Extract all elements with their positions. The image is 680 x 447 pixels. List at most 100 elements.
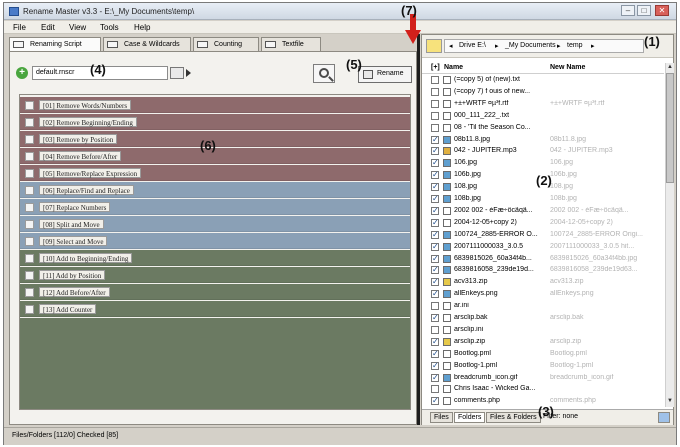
tab-folders[interactable]: Folders xyxy=(454,412,486,423)
tab-counting[interactable]: Counting xyxy=(193,37,259,51)
maximize-button[interactable]: □ xyxy=(637,5,651,16)
file-checkbox[interactable] xyxy=(431,289,439,299)
file-checkbox[interactable] xyxy=(431,76,439,84)
script-label[interactable]: [11] Add by Position xyxy=(39,270,106,280)
script-checkbox[interactable] xyxy=(25,101,34,110)
file-checkbox[interactable] xyxy=(431,99,439,108)
menu-file[interactable]: File xyxy=(13,23,26,32)
settings-icon[interactable] xyxy=(658,412,670,423)
menu-view[interactable]: View xyxy=(69,23,86,32)
script-label[interactable]: [03] Remove by Position xyxy=(39,134,118,144)
script-checkbox[interactable] xyxy=(25,152,34,161)
file-row[interactable]: ar.ini xyxy=(422,301,664,312)
scroll-down-icon[interactable]: ▼ xyxy=(666,397,674,405)
save-preset-icon[interactable] xyxy=(170,67,184,79)
file-row[interactable]: 2002 002 - éFæ÷ôcãqã... 2002 002 - éFæ÷ôc… xyxy=(422,206,664,217)
file-row[interactable]: 08 - 'Til the Season Co... xyxy=(422,123,664,134)
file-row[interactable]: 106.jpg 106.jpg xyxy=(422,158,664,169)
script-label[interactable]: [04] Remove Before/After xyxy=(39,151,122,161)
script-label[interactable]: [02] Remove Beginning/Ending xyxy=(39,117,137,127)
file-checkbox[interactable] xyxy=(431,87,439,96)
add-script-button[interactable]: + xyxy=(16,67,28,79)
file-checkbox[interactable] xyxy=(431,337,439,346)
file-row[interactable]: Chris Isaac - Wicked Ga... xyxy=(422,384,664,395)
file-checkbox[interactable] xyxy=(431,111,439,120)
script-label[interactable]: [10] Add to Beginning/Ending xyxy=(39,253,133,263)
file-checkbox[interactable] xyxy=(431,206,439,215)
script-label[interactable]: [13] Add Counter xyxy=(39,304,97,314)
file-row[interactable]: arsclip.ini xyxy=(422,325,664,336)
file-row[interactable]: arsclip.bak arsclip.bak xyxy=(422,313,664,324)
script-label[interactable]: [06] Replace/Find and Replace xyxy=(39,185,134,195)
script-item[interactable]: [01] Remove Words/Numbers xyxy=(20,97,410,113)
close-button[interactable]: ✕ xyxy=(655,5,669,16)
file-checkbox[interactable] xyxy=(431,302,439,311)
script-label[interactable]: [07] Replace Numbers xyxy=(39,202,111,212)
file-row[interactable]: arsclip.zip arsclip.zip xyxy=(422,337,664,348)
file-checkbox[interactable] xyxy=(431,194,439,203)
script-item[interactable]: [12] Add Before/After xyxy=(20,284,410,300)
script-checkbox[interactable] xyxy=(25,254,34,263)
script-item[interactable]: [13] Add Counter xyxy=(20,301,410,317)
file-row[interactable]: 100724_2885-ERROR O... 100724_2885-ERROR … xyxy=(422,230,664,241)
scroll-thumb[interactable] xyxy=(666,73,674,183)
rename-button[interactable]: Rename xyxy=(358,66,412,83)
file-row[interactable]: 000_111_222_.txt xyxy=(422,111,664,122)
script-checkbox[interactable] xyxy=(25,271,34,280)
script-item[interactable]: [02] Remove Beginning/Ending xyxy=(20,114,410,130)
script-item[interactable]: [05] Remove/Replace Expression xyxy=(20,165,410,181)
file-checkbox[interactable] xyxy=(431,361,439,370)
file-row[interactable]: allEnkeys.png allEnkeys.png xyxy=(422,289,664,300)
minimize-button[interactable]: – xyxy=(621,5,635,16)
file-checkbox[interactable] xyxy=(431,158,439,168)
file-checkbox[interactable] xyxy=(431,396,439,406)
file-checkbox[interactable] xyxy=(431,265,439,275)
file-checkbox[interactable] xyxy=(431,170,439,180)
script-label[interactable]: [01] Remove Words/Numbers xyxy=(39,100,132,110)
file-checkbox[interactable] xyxy=(431,313,439,322)
name-column-header[interactable]: Name xyxy=(444,64,463,71)
back-arrow-icon[interactable]: ◂ xyxy=(449,42,453,50)
file-row[interactable]: 08b11.8.jpg 08b11.8.jpg xyxy=(422,135,664,146)
tab-textfile[interactable]: Textfile xyxy=(261,37,321,51)
file-row[interactable]: +±+WRTF ¤µ³f.rtf +±+WRTF ¤µ³f.rtf xyxy=(422,99,664,110)
file-row[interactable]: 2004-12-05+copy 2) 2004-12-05+copy 2) xyxy=(422,218,664,229)
file-checkbox[interactable] xyxy=(431,135,439,144)
file-checkbox[interactable] xyxy=(431,277,439,287)
script-item[interactable]: [08] Split and Move xyxy=(20,216,410,232)
menu-edit[interactable]: Edit xyxy=(41,23,55,32)
folder-icon[interactable] xyxy=(426,39,442,53)
script-checkbox[interactable] xyxy=(25,305,34,314)
scroll-up-icon[interactable]: ▲ xyxy=(666,63,674,71)
script-label[interactable]: [12] Add Before/After xyxy=(39,287,110,297)
file-checkbox[interactable] xyxy=(431,325,439,334)
script-item[interactable]: [10] Add to Beginning/Ending xyxy=(20,250,410,266)
script-checkbox[interactable] xyxy=(25,118,34,127)
script-checkbox[interactable] xyxy=(25,237,34,246)
file-row[interactable]: Bootlog.pml Bootlog.pml xyxy=(422,349,664,360)
file-row[interactable]: 6839815026_60a34f4b... 6839815026_60a34f4… xyxy=(422,254,664,265)
script-item[interactable]: [09] Select and Move xyxy=(20,233,410,249)
tab-files-and-folders[interactable]: Files & Folders xyxy=(486,412,541,423)
file-checkbox[interactable] xyxy=(431,242,439,251)
new-name-column-header[interactable]: New Name xyxy=(550,64,585,71)
play-arrow-icon[interactable] xyxy=(186,69,191,77)
script-checkbox[interactable] xyxy=(25,186,34,195)
file-checkbox[interactable] xyxy=(431,349,439,358)
breadcrumb-drive[interactable]: Drive E:\ xyxy=(459,42,486,49)
script-label[interactable]: [05] Remove/Replace Expression xyxy=(39,168,142,178)
menu-tools[interactable]: Tools xyxy=(100,23,119,32)
script-checkbox[interactable] xyxy=(25,135,34,144)
file-checkbox[interactable] xyxy=(431,218,439,227)
script-checkbox[interactable] xyxy=(25,220,34,229)
file-checkbox[interactable] xyxy=(431,146,439,156)
script-label[interactable]: [09] Select and Move xyxy=(39,236,108,246)
script-item[interactable]: [11] Add by Position xyxy=(20,267,410,283)
preview-button[interactable] xyxy=(313,64,335,83)
file-checkbox[interactable] xyxy=(431,230,439,239)
file-row[interactable]: acv313.zip acv313.zip xyxy=(422,277,664,288)
file-checkbox[interactable] xyxy=(431,123,439,132)
file-checkbox[interactable] xyxy=(431,385,439,394)
breadcrumb-temp[interactable]: temp xyxy=(567,42,583,49)
pane-splitter[interactable] xyxy=(417,34,420,425)
